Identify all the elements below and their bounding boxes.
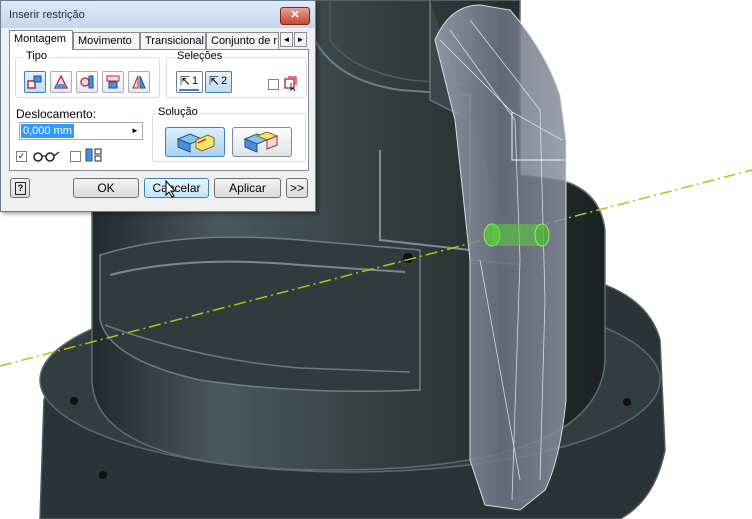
help-button[interactable]: ? <box>10 178 30 198</box>
tangent-type-button[interactable] <box>76 71 98 93</box>
mate-type-button[interactable] <box>24 71 46 93</box>
insert-type-button[interactable] <box>102 71 124 93</box>
tab-transicional[interactable]: Transicional <box>140 32 206 49</box>
pick-part-first-checkbox[interactable] <box>268 79 279 90</box>
mouse-cursor-icon <box>165 180 177 198</box>
offset-orientation-icon <box>85 148 102 162</box>
insert-constraint-icon <box>106 75 120 89</box>
close-icon: ✕ <box>290 9 300 21</box>
mate-solution-button[interactable] <box>165 127 225 157</box>
tab-strip: Montagem Movimento Transicional Conjunto… <box>9 30 309 50</box>
flush-solution-icon <box>243 131 279 153</box>
show-preview-checkbox[interactable]: ✓ <box>16 151 27 162</box>
symmetry-type-button[interactable] <box>128 71 150 93</box>
montagem-panel: Tipo Seleções ⇱ 1 ⇱ 2 Deslocamento: 0,00… <box>9 49 309 171</box>
predict-offset-checkbox[interactable] <box>70 151 81 162</box>
pick-part-first-icon <box>284 76 297 91</box>
tab-scroll-right-icon[interactable]: ► <box>294 32 307 47</box>
flush-solution-button[interactable] <box>232 127 292 157</box>
expand-arrow-icon[interactable]: ► <box>129 124 141 138</box>
tab-scroll-left-icon[interactable]: ◄ <box>280 32 293 47</box>
symmetry-constraint-icon <box>132 75 146 89</box>
cursor-select-icon: ⇱ <box>180 74 191 88</box>
tab-montagem[interactable]: Montagem <box>9 30 73 50</box>
help-icon: ? <box>15 182 26 195</box>
close-button[interactable]: ✕ <box>280 7 310 25</box>
tangent-constraint-icon <box>80 75 94 89</box>
mate-constraint-icon <box>27 75 42 89</box>
deslocamento-value[interactable]: 0,000 mm <box>21 124 74 138</box>
deslocamento-input[interactable]: 0,000 mm ► <box>19 122 143 140</box>
angle-constraint-icon <box>53 74 69 89</box>
tab-conjunto[interactable]: Conjunto de r <box>206 32 279 49</box>
tab-movimento[interactable]: Movimento <box>73 32 140 49</box>
insert-constraint-dialog: Inserir restrição ✕ Montagem Movimento T… <box>0 0 316 212</box>
select-2-label: 2 <box>221 75 228 87</box>
title-bar[interactable]: Inserir restrição ✕ <box>1 1 315 28</box>
angle-type-button[interactable] <box>50 71 72 93</box>
deslocamento-label: Deslocamento: <box>16 107 97 121</box>
ok-button[interactable]: OK <box>73 178 139 198</box>
highlighted-pin[interactable] <box>483 223 550 247</box>
solucao-label: Solução <box>156 106 200 118</box>
dialog-title: Inserir restrição <box>9 9 85 21</box>
tipo-label: Tipo <box>24 50 49 62</box>
check-icon: ✓ <box>17 151 26 161</box>
select-1-label: 1 <box>192 75 199 87</box>
selecoes-label: Seleções <box>175 50 225 62</box>
apply-button[interactable]: Aplicar <box>214 178 281 198</box>
select-1-button[interactable]: ⇱ 1 <box>176 71 203 93</box>
more-button[interactable]: >> <box>286 178 308 198</box>
cursor-select-icon: ⇱ <box>209 74 220 88</box>
glasses-icon <box>33 151 60 162</box>
mate-solution-icon <box>176 133 215 153</box>
select-2-button[interactable]: ⇱ 2 <box>205 71 232 93</box>
